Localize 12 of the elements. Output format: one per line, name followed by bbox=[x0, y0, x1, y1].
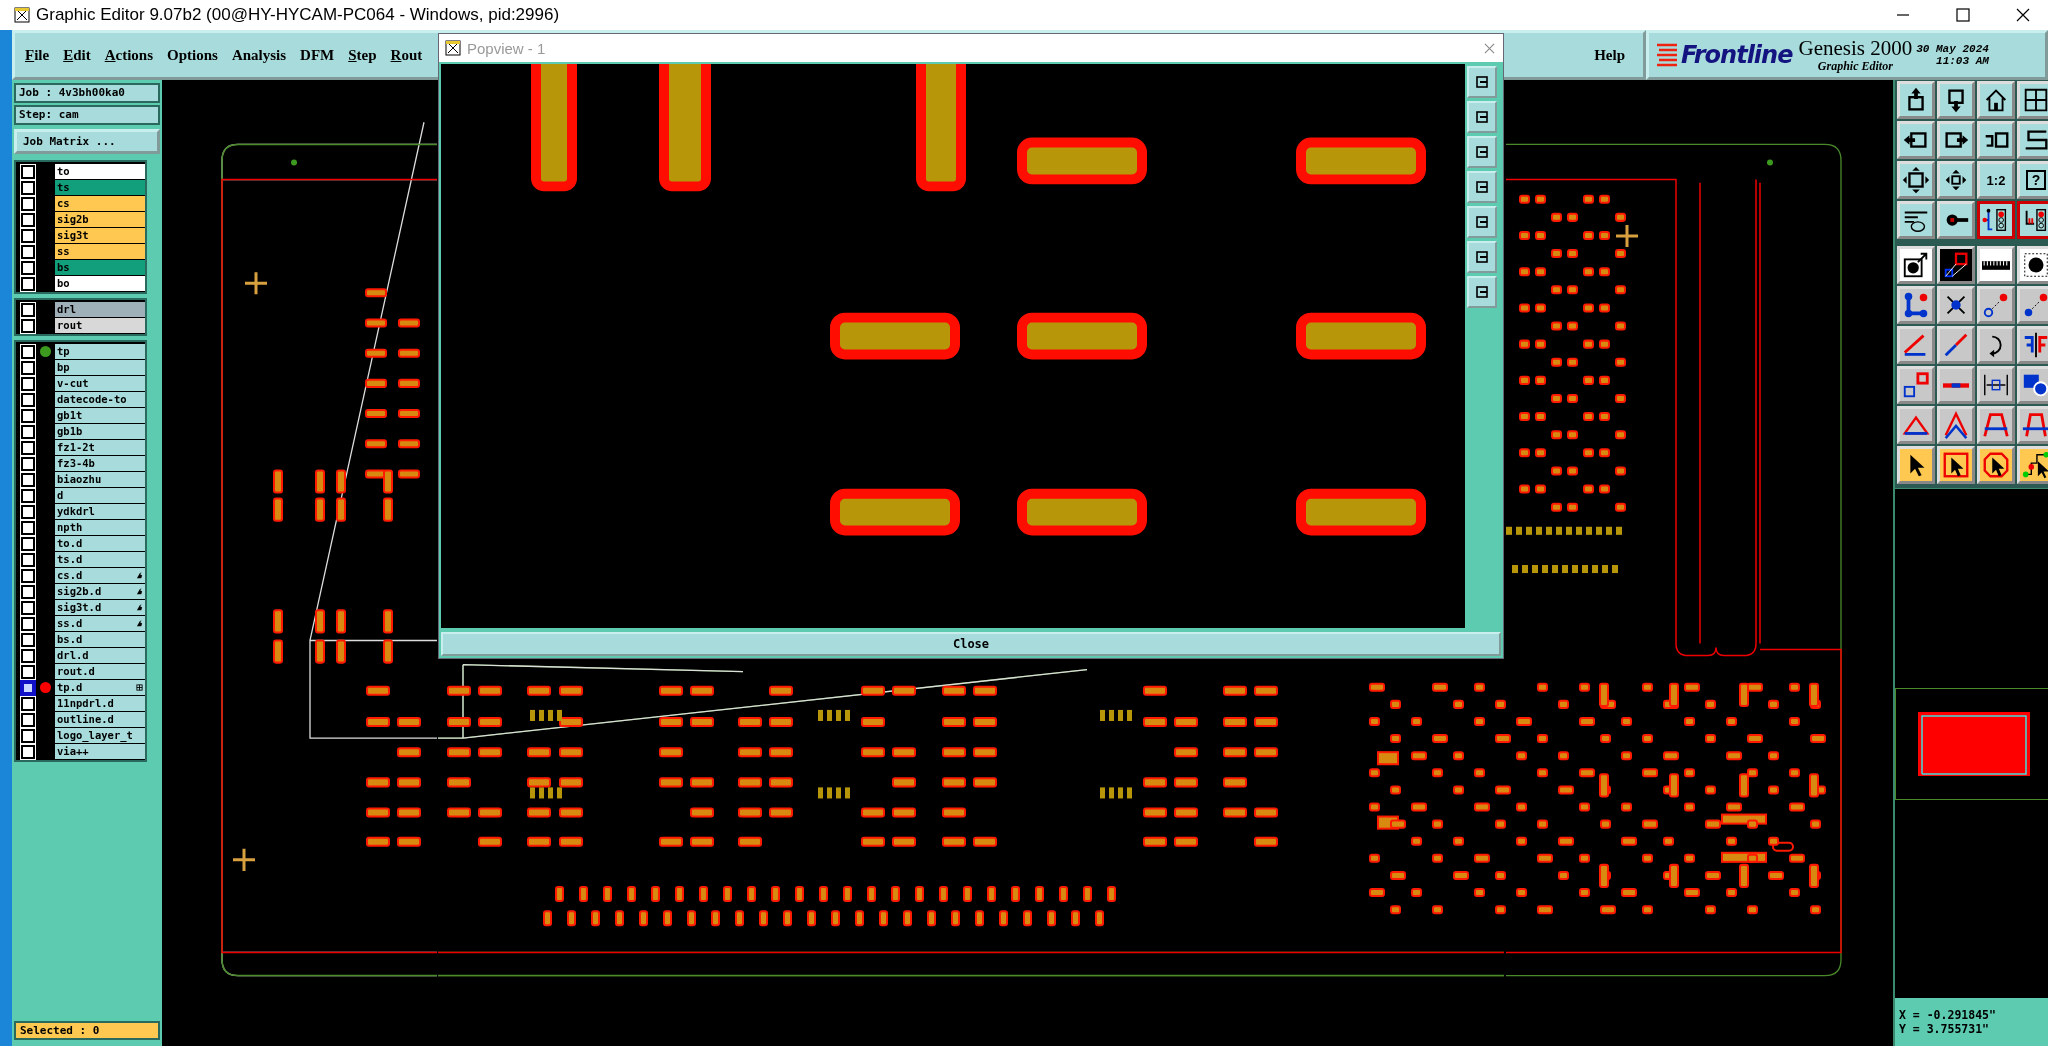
window-title: Graphic Editor 9.07b2 (00@HY-HYCAM-PC064 - Windows, pid:2996) bbox=[36, 5, 560, 25]
job-label: Job : 4v3bh00ka0 bbox=[14, 83, 160, 103]
step-label: Step: cam bbox=[14, 105, 160, 125]
brand-logo: Frontline bbox=[1681, 41, 1793, 69]
y-coordinate: Y = 3.755731" bbox=[1899, 1022, 1990, 1036]
product-subtitle: Graphic Editor bbox=[1817, 58, 1893, 74]
product-name: Genesis 2000 bbox=[1798, 36, 1913, 59]
selected-count: Selected : 0 bbox=[14, 1021, 160, 1040]
popview-title: Popview - 1 bbox=[467, 39, 546, 57]
date-text: 30 May 2024 bbox=[1916, 43, 1989, 55]
x-coordinate: X = -0.291845" bbox=[1899, 1008, 1997, 1022]
time-text: 11:03 AM bbox=[1936, 55, 1989, 67]
